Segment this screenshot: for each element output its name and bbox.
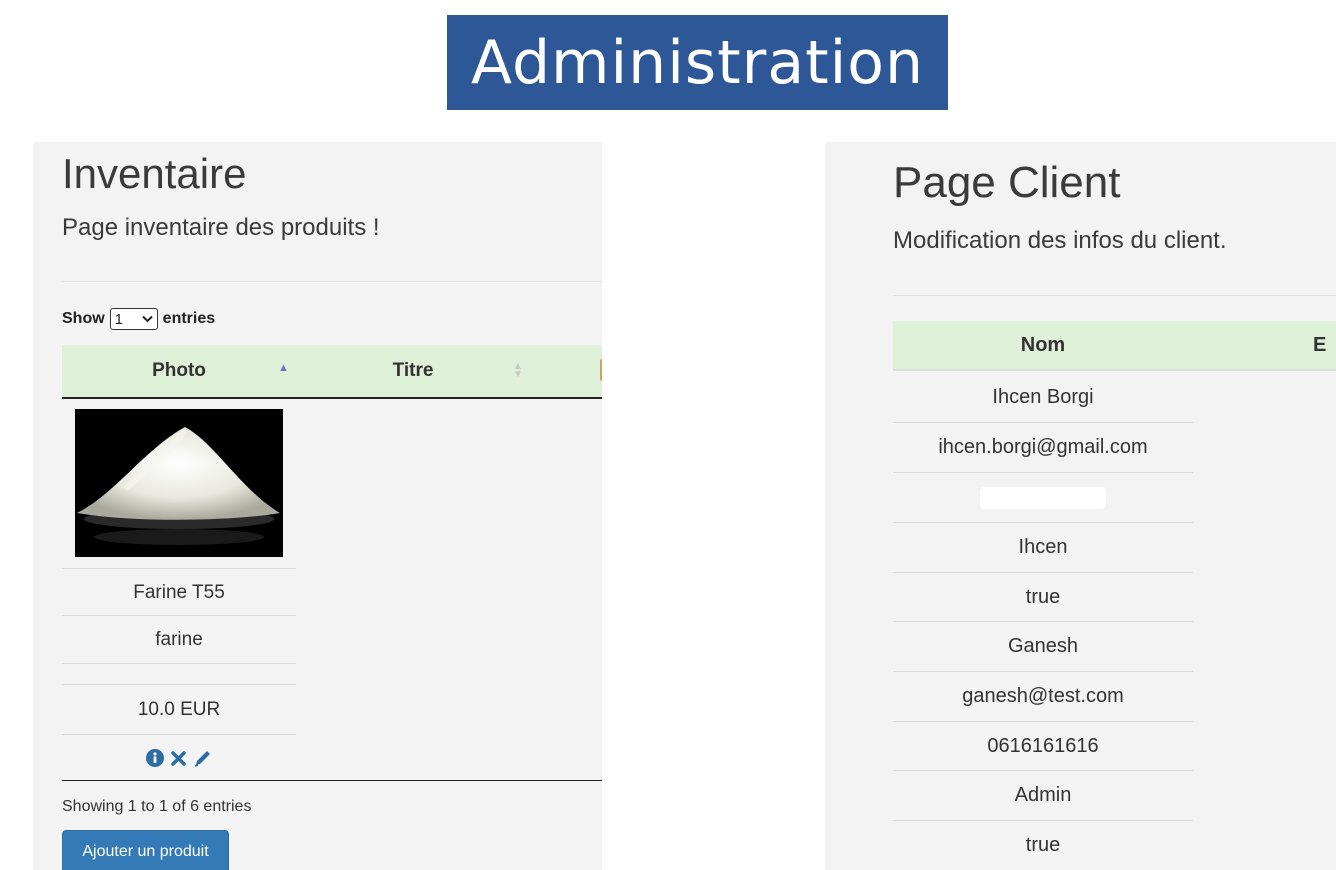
product-title-cell: Farine T55 — [62, 568, 296, 616]
client-subtitle: Modification des infos du client. — [893, 227, 1227, 254]
product-price: 10.0 EUR — [137, 698, 221, 720]
entries-select[interactable]: 1 — [109, 308, 158, 330]
product-category: farine — [155, 628, 203, 650]
client-field-value: Ihcen — [1018, 536, 1068, 558]
client-field-value: Ganesh — [1007, 635, 1079, 657]
client-table-header: Nom E — [893, 321, 1336, 371]
client-field-value: 0616161616 — [987, 735, 1099, 757]
sort-ascending-icon: ▲ — [278, 362, 289, 374]
client-title: Page Client — [893, 158, 1121, 207]
client-field-value: true — [1025, 586, 1061, 608]
column-header-titre[interactable]: Titre — [296, 345, 530, 397]
client-field-cell: true — [893, 820, 1193, 870]
column-header-label: Photo — [152, 360, 206, 381]
product-price-cell: 10.0 EUR — [62, 684, 296, 734]
info-icon[interactable] — [145, 749, 164, 767]
inventory-subtitle: Page inventaire des produits ! — [62, 214, 380, 241]
sort-both-icon: ▲ ▼ — [513, 361, 523, 380]
column-header-partial[interactable]: E — [1313, 321, 1336, 369]
table-bottom-border — [62, 780, 602, 781]
client-field-cell: Admin — [893, 770, 1193, 820]
client-field-value: Admin — [1014, 784, 1072, 806]
client-field-value: ganesh@test.com — [962, 685, 1124, 707]
client-field-cell — [893, 472, 1193, 522]
column-header-label: E — [1313, 333, 1327, 356]
banner-title: Administration — [470, 27, 925, 98]
client-panel: Page Client Modification des infos du cl… — [825, 142, 1336, 870]
length-menu: Show 1 entries — [62, 308, 215, 330]
client-field-cell: Ganesh — [893, 621, 1193, 671]
delete-icon[interactable] — [170, 750, 187, 767]
product-title: Farine T55 — [133, 581, 225, 603]
client-field-cell: ganesh@test.com — [893, 671, 1193, 721]
entries-select-value: 1 — [114, 310, 124, 328]
product-description-cell — [62, 663, 296, 684]
inventory-title: Inventaire — [62, 150, 247, 197]
client-field-value: Ihcen Borgi — [992, 385, 1094, 408]
client-field-cell: ihcen.borgi@gmail.com — [893, 422, 1193, 472]
client-field-cell: 0616161616 — [893, 721, 1193, 771]
column-header-nom[interactable]: Nom — [893, 321, 1193, 369]
inventory-panel: Inventaire Page inventaire des produits … — [33, 142, 602, 870]
product-category-cell: farine — [62, 615, 296, 663]
length-menu-prefix: Show — [62, 310, 105, 327]
inventory-table-header: Photo ▲ Titre ▲ ▼ — [62, 345, 602, 399]
client-field-cell: Ihcen — [893, 522, 1193, 572]
chevron-down-icon — [141, 315, 153, 323]
flour-image — [75, 409, 283, 557]
column-header-partial — [600, 359, 602, 381]
column-header-label: Nom — [1020, 333, 1066, 356]
column-header-photo[interactable]: Photo — [62, 345, 296, 397]
product-photo — [75, 409, 283, 557]
client-field-value: ihcen.borgi@gmail.com — [938, 436, 1148, 458]
add-product-label: Ajouter un produit — [82, 843, 209, 860]
divider — [62, 281, 602, 282]
length-menu-suffix: entries — [162, 310, 216, 327]
client-field-value: true — [1025, 834, 1061, 856]
divider — [893, 295, 1336, 296]
add-product-button[interactable]: Ajouter un produit — [62, 830, 229, 870]
client-field-cell: Ihcen Borgi — [893, 372, 1193, 422]
product-actions — [62, 734, 296, 781]
edit-icon[interactable] — [193, 748, 213, 768]
table-info: Showing 1 to 1 of 6 entries — [62, 798, 252, 815]
redacted-value — [980, 486, 1106, 509]
column-header-label: Titre — [392, 360, 434, 381]
client-field-cell: true — [893, 572, 1193, 622]
admin-banner: Administration — [447, 15, 948, 110]
